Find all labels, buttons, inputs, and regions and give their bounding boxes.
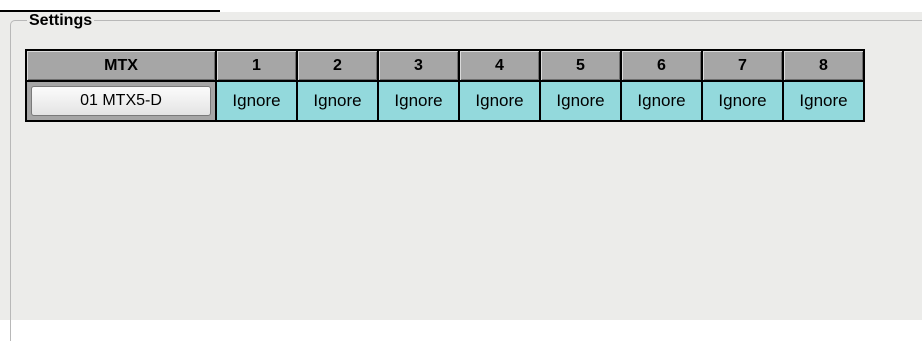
column-header-6: 6 xyxy=(622,51,701,80)
column-header-8: 8 xyxy=(784,51,863,80)
column-header-2: 2 xyxy=(298,51,377,80)
settings-panel: Settings MTX 1 2 3 4 5 6 7 8 01 MTX5-D I… xyxy=(0,12,922,341)
table-row-header: 01 MTX5-D xyxy=(27,82,215,120)
column-header-3: 3 xyxy=(379,51,458,80)
column-header-4: 4 xyxy=(460,51,539,80)
setting-cell-7[interactable]: Ignore xyxy=(703,82,782,120)
mtx-device-button[interactable]: 01 MTX5-D xyxy=(31,86,211,116)
setting-cell-8[interactable]: Ignore xyxy=(784,82,863,120)
column-header-7: 7 xyxy=(703,51,782,80)
settings-group-title: Settings xyxy=(27,12,95,30)
setting-cell-3[interactable]: Ignore xyxy=(379,82,458,120)
setting-cell-6[interactable]: Ignore xyxy=(622,82,701,120)
setting-cell-2[interactable]: Ignore xyxy=(298,82,377,120)
setting-cell-1[interactable]: Ignore xyxy=(217,82,296,120)
column-header-1: 1 xyxy=(217,51,296,80)
column-header-mtx: MTX xyxy=(27,51,215,80)
setting-cell-5[interactable]: Ignore xyxy=(541,82,620,120)
mtx-settings-table: MTX 1 2 3 4 5 6 7 8 01 MTX5-D Ignore Ign… xyxy=(25,49,865,122)
setting-cell-4[interactable]: Ignore xyxy=(460,82,539,120)
column-header-5: 5 xyxy=(541,51,620,80)
